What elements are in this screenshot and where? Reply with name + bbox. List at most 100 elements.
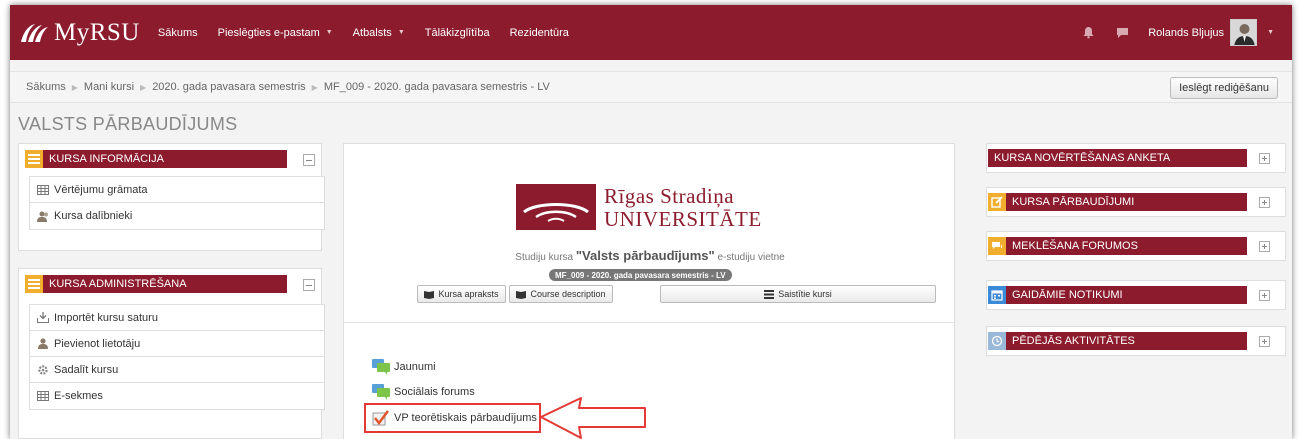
- activity-label: Jaunumi: [394, 361, 436, 373]
- list-item-split-course[interactable]: Sadalīt kursu: [30, 357, 324, 383]
- breadcrumb-separator-icon: ▶: [71, 82, 78, 92]
- nav-link-email[interactable]: Pieslēgties e-pastam ▼: [218, 27, 333, 39]
- brand-text: MyRSU: [54, 18, 140, 46]
- block-title: KURSA INFORMĀCIJA: [49, 153, 164, 165]
- list-item-label: Pievienot lietotāju: [54, 337, 141, 350]
- list-icon: [25, 150, 43, 168]
- course-code-badge: MF_009 - 2020. gada pavasara semestris -…: [549, 269, 732, 281]
- list-item-import[interactable]: Importēt kursu saturu: [30, 305, 324, 331]
- subtitle-suffix: e-studiju vietne: [717, 252, 785, 263]
- expand-icon[interactable]: [1259, 153, 1270, 164]
- list-icon: [25, 275, 43, 293]
- browser-frame: MyRSU Sākums Pieslēgties e-pastam ▼ Atbal…: [10, 5, 1292, 439]
- block-header[interactable]: GAIDĀMIE NOTIKUMI: [988, 286, 1247, 304]
- button-label: Course description: [530, 289, 606, 299]
- block-title: GAIDĀMIE NOTIKUMI: [1012, 289, 1123, 301]
- nav-link-sakums[interactable]: Sākums: [158, 27, 198, 39]
- calendar-icon: [988, 286, 1006, 304]
- user-icon: [36, 338, 50, 350]
- button-label: Kursa apraksts: [438, 289, 499, 299]
- nav-link-talakizglitiba[interactable]: Tālākizglītība: [425, 27, 490, 39]
- block-header: KURSA INFORMĀCIJA: [25, 150, 287, 168]
- breadcrumb: Sākums ▶ Mani kursi ▶ 2020. gada pavasar…: [26, 81, 550, 93]
- gear-icon: [36, 364, 50, 376]
- caret-down-icon: ▼: [325, 29, 333, 36]
- table-icon: [36, 390, 50, 402]
- rsu-logo-icon: [21, 23, 48, 42]
- university-name-line1: Rīgas Stradiņa: [604, 184, 735, 208]
- nav-link-rezidentura[interactable]: Rezidentūra: [510, 27, 569, 39]
- breadcrumb-item[interactable]: Sākums: [26, 81, 66, 93]
- brand[interactable]: MyRSU: [18, 19, 140, 47]
- course-description-en-button[interactable]: Course description: [509, 285, 613, 303]
- university-name-line2: Universitāte: [604, 207, 762, 231]
- expand-icon[interactable]: [1259, 241, 1270, 252]
- right-block-recent-activity: PĒDĒJĀS AKTIVITĀTES: [986, 326, 1286, 356]
- nav-link-label: Sākums: [157, 26, 198, 39]
- breadcrumb-item[interactable]: 2020. gada pavasara semestris: [152, 81, 305, 93]
- block-header: KURSA ADMINISTRĒŠANA: [25, 275, 287, 293]
- nav-link-atbalsts[interactable]: Atbalsts ▼: [353, 27, 405, 39]
- list-item-e-sekmes[interactable]: E-sekmes: [30, 383, 324, 409]
- nav-link-label: Pieslēgties e-pastam: [217, 26, 320, 39]
- list-item-label: E-sekmes: [54, 390, 103, 402]
- expand-icon[interactable]: [1259, 290, 1270, 301]
- breadcrumb-item[interactable]: Mani kursi: [84, 81, 134, 93]
- block-header[interactable]: PĒDĒJĀS AKTIVITĀTES: [988, 332, 1247, 350]
- block-title: MEKLĒŠANA FORUMOS: [1012, 240, 1138, 252]
- course-subtitle: Studiju kursa "Valsts pārbaudījums" e-st…: [344, 248, 956, 263]
- course-name: "Valsts pārbaudījums": [575, 248, 715, 263]
- activity-label: Sociālais forums: [394, 386, 475, 398]
- course-info-block: KURSA INFORMĀCIJA Vērtējumu grāmata Kurs…: [18, 143, 325, 251]
- course-main-content: Rīgas Stradiņa Universitāte Studiju kurs…: [343, 143, 955, 439]
- course-admin-list: Importēt kursu saturu Pievienot lietotāj…: [29, 304, 325, 410]
- right-block-course-tests: KURSA PĀRBAUDĪJUMI: [986, 187, 1286, 217]
- breadcrumb-item[interactable]: MF_009 - 2020. gada pavasara semestris -…: [324, 81, 550, 93]
- right-block-forum-search: MEKLĒŠANA FORUMOS: [986, 231, 1286, 261]
- activity-social-forum[interactable]: Sociālais forums: [372, 382, 475, 402]
- list-item-label: Kursa dalībnieki: [54, 210, 133, 222]
- user-name[interactable]: Rolands Bljujus: [1148, 27, 1224, 39]
- nav-right: Rolands Bljujus ▼: [1080, 5, 1274, 60]
- forum-icon: [372, 384, 390, 400]
- messages-icon[interactable]: [1114, 25, 1130, 41]
- expand-icon[interactable]: [1259, 336, 1270, 347]
- breadcrumb-separator-icon: ▶: [311, 82, 318, 92]
- list-item-label: Importēt kursu saturu: [54, 311, 158, 324]
- related-courses-button[interactable]: Saistītie kursi: [660, 285, 936, 303]
- turn-editing-on-button[interactable]: Ieslēgt rediģēšanu: [1170, 77, 1278, 99]
- clock-icon: [988, 332, 1006, 350]
- subtitle-prefix: Studiju kursa: [515, 252, 574, 263]
- pointer-arrow-icon: [540, 397, 646, 439]
- list-icon: [764, 289, 775, 299]
- list-item-participants[interactable]: Kursa dalībnieki: [30, 203, 324, 229]
- book-icon: [424, 290, 435, 299]
- section-divider: [344, 322, 954, 323]
- nav-link-label: Rezidentūra: [509, 26, 569, 39]
- nav-link-label: Tālākizglītība: [424, 26, 490, 39]
- expand-icon[interactable]: [1259, 197, 1270, 208]
- edit-icon: [988, 193, 1006, 211]
- breadcrumb-separator-icon: ▶: [140, 82, 147, 92]
- list-item-add-user[interactable]: Pievienot lietotāju: [30, 331, 324, 357]
- block-header[interactable]: MEKLĒŠANA FORUMOS: [988, 237, 1247, 255]
- nav-links: Sākums Pieslēgties e-pastam ▼ Atbalsts ▼ T…: [158, 27, 589, 39]
- block-header[interactable]: KURSA PĀRBAUDĪJUMI: [988, 193, 1247, 211]
- notifications-bell-icon[interactable]: [1080, 25, 1096, 41]
- list-item-gradebook[interactable]: Vērtējumu grāmata: [30, 177, 324, 203]
- table-icon: [36, 184, 50, 196]
- activity-news-forum[interactable]: Jaunumi: [372, 357, 436, 377]
- avatar[interactable]: [1230, 19, 1258, 46]
- course-description-lv-button[interactable]: Kursa apraksts: [417, 285, 506, 303]
- collapse-icon[interactable]: [303, 279, 315, 291]
- block-header[interactable]: KURSA NOVĒRTĒŠANAS ANKETA: [988, 149, 1247, 167]
- right-block-upcoming-events: GAIDĀMIE NOTIKUMI: [986, 280, 1286, 310]
- users-icon: [36, 210, 50, 222]
- highlight-box: [364, 403, 541, 433]
- collapse-icon[interactable]: [303, 154, 315, 166]
- course-info-list: Vērtējumu grāmata Kursa dalībnieki: [29, 176, 325, 230]
- book-icon: [516, 290, 527, 299]
- user-menu-caret-icon[interactable]: ▼: [1267, 29, 1274, 36]
- right-block-course-survey: KURSA NOVĒRTĒŠANAS ANKETA: [986, 143, 1286, 173]
- top-navbar: MyRSU Sākums Pieslēgties e-pastam ▼ Atbal…: [10, 5, 1292, 60]
